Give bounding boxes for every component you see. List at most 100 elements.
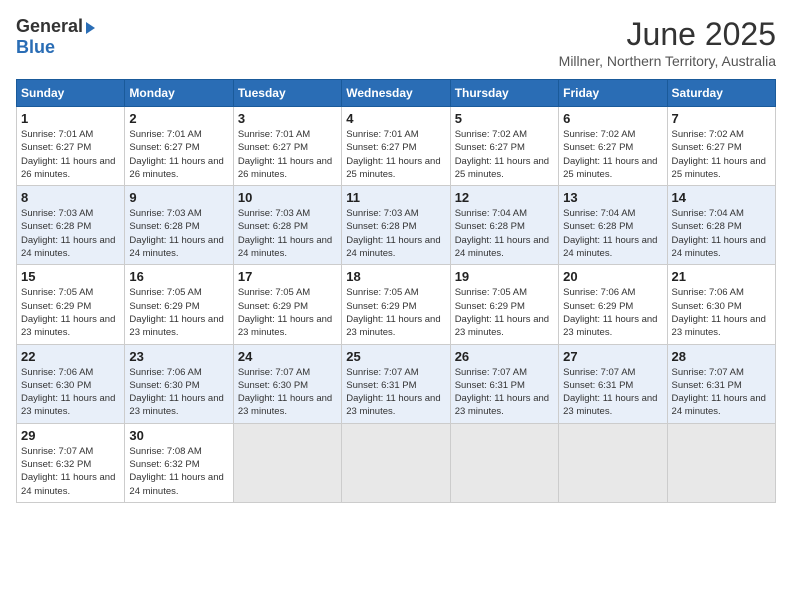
calendar-day-cell: [233, 423, 341, 502]
calendar-day-cell: 7 Sunrise: 7:02 AM Sunset: 6:27 PM Daylig…: [667, 107, 775, 186]
day-info: Sunrise: 7:07 AM Sunset: 6:31 PM Dayligh…: [563, 366, 662, 419]
day-info: Sunrise: 7:05 AM Sunset: 6:29 PM Dayligh…: [238, 286, 337, 339]
calendar-day-cell: [342, 423, 450, 502]
day-number: 14: [672, 190, 771, 205]
day-info: Sunrise: 7:01 AM Sunset: 6:27 PM Dayligh…: [129, 128, 228, 181]
day-number: 12: [455, 190, 554, 205]
day-info: Sunrise: 7:01 AM Sunset: 6:27 PM Dayligh…: [238, 128, 337, 181]
calendar-day-cell: 24Sunrise: 7:07 AM Sunset: 6:30 PM Dayli…: [233, 344, 341, 423]
day-number: 18: [346, 269, 445, 284]
day-info: Sunrise: 7:05 AM Sunset: 6:29 PM Dayligh…: [21, 286, 120, 339]
calendar-day-cell: 3 Sunrise: 7:01 AM Sunset: 6:27 PM Daylig…: [233, 107, 341, 186]
day-info: Sunrise: 7:04 AM Sunset: 6:28 PM Dayligh…: [672, 207, 771, 260]
day-number: 11: [346, 190, 445, 205]
day-number: 23: [129, 349, 228, 364]
day-info: Sunrise: 7:03 AM Sunset: 6:28 PM Dayligh…: [21, 207, 120, 260]
calendar-day-cell: [667, 423, 775, 502]
col-wednesday: Wednesday: [342, 80, 450, 107]
col-tuesday: Tuesday: [233, 80, 341, 107]
calendar-day-cell: 22Sunrise: 7:06 AM Sunset: 6:30 PM Dayli…: [17, 344, 125, 423]
day-number: 3: [238, 111, 337, 126]
day-info: Sunrise: 7:05 AM Sunset: 6:29 PM Dayligh…: [346, 286, 445, 339]
day-number: 20: [563, 269, 662, 284]
calendar-day-cell: 1 Sunrise: 7:01 AM Sunset: 6:27 PM Daylig…: [17, 107, 125, 186]
day-number: 7: [672, 111, 771, 126]
calendar-day-cell: 10Sunrise: 7:03 AM Sunset: 6:28 PM Dayli…: [233, 186, 341, 265]
calendar-day-cell: 2 Sunrise: 7:01 AM Sunset: 6:27 PM Daylig…: [125, 107, 233, 186]
col-thursday: Thursday: [450, 80, 558, 107]
calendar-day-cell: 26 Sunrise: 7:07 AM Sunset: 6:31 PM Dayli…: [450, 344, 558, 423]
calendar-week-row: 15 Sunrise: 7:05 AM Sunset: 6:29 PM Dayli…: [17, 265, 776, 344]
calendar-day-cell: [559, 423, 667, 502]
day-number: 1: [21, 111, 120, 126]
day-info: Sunrise: 7:06 AM Sunset: 6:30 PM Dayligh…: [129, 366, 228, 419]
calendar-day-cell: 11 Sunrise: 7:03 AM Sunset: 6:28 PM Dayli…: [342, 186, 450, 265]
calendar-day-cell: 12 Sunrise: 7:04 AM Sunset: 6:28 PM Dayli…: [450, 186, 558, 265]
calendar-day-cell: 14 Sunrise: 7:04 AM Sunset: 6:28 PM Dayli…: [667, 186, 775, 265]
calendar-day-cell: 17 Sunrise: 7:05 AM Sunset: 6:29 PM Dayli…: [233, 265, 341, 344]
calendar-day-cell: 29Sunrise: 7:07 AM Sunset: 6:32 PM Dayli…: [17, 423, 125, 502]
location-subtitle: Millner, Northern Territory, Australia: [559, 53, 776, 69]
day-info: Sunrise: 7:08 AM Sunset: 6:32 PM Dayligh…: [129, 445, 228, 498]
calendar-week-row: 22 Sunrise: 7:06 AM Sunset: 6:30 PM Dayli…: [17, 344, 776, 423]
calendar-day-cell: 27Sunrise: 7:07 AM Sunset: 6:31 PM Dayli…: [559, 344, 667, 423]
page-header: General Blue June 2025 Millner, Northern…: [16, 16, 776, 69]
month-title: June 2025: [559, 16, 776, 53]
col-friday: Friday: [559, 80, 667, 107]
col-sunday: Sunday: [17, 80, 125, 107]
calendar-day-cell: 5 Sunrise: 7:02 AM Sunset: 6:27 PM Daylig…: [450, 107, 558, 186]
day-info: Sunrise: 7:03 AM Sunset: 6:28 PM Dayligh…: [238, 207, 337, 260]
day-number: 19: [455, 269, 554, 284]
day-number: 8: [21, 190, 120, 205]
calendar-day-cell: 20 Sunrise: 7:06 AM Sunset: 6:29 PM Dayli…: [559, 265, 667, 344]
day-info: Sunrise: 7:02 AM Sunset: 6:27 PM Dayligh…: [563, 128, 662, 181]
day-info: Sunrise: 7:04 AM Sunset: 6:28 PM Dayligh…: [455, 207, 554, 260]
day-info: Sunrise: 7:06 AM Sunset: 6:30 PM Dayligh…: [672, 286, 771, 339]
day-number: 28: [672, 349, 771, 364]
calendar-day-cell: 21 Sunrise: 7:06 AM Sunset: 6:30 PM Dayli…: [667, 265, 775, 344]
col-monday: Monday: [125, 80, 233, 107]
logo-arrow: [86, 22, 95, 34]
day-number: 15: [21, 269, 120, 284]
day-number: 26: [455, 349, 554, 364]
calendar-header-row: Sunday Monday Tuesday Wednesday Thursday…: [17, 80, 776, 107]
day-number: 22: [21, 349, 120, 364]
day-number: 25: [346, 349, 445, 364]
day-number: 4: [346, 111, 445, 126]
day-info: Sunrise: 7:03 AM Sunset: 6:28 PM Dayligh…: [129, 207, 228, 260]
logo: General Blue: [16, 16, 95, 58]
day-info: Sunrise: 7:03 AM Sunset: 6:28 PM Dayligh…: [346, 207, 445, 260]
day-info: Sunrise: 7:01 AM Sunset: 6:27 PM Dayligh…: [21, 128, 120, 181]
day-info: Sunrise: 7:02 AM Sunset: 6:27 PM Dayligh…: [672, 128, 771, 181]
day-number: 6: [563, 111, 662, 126]
day-info: Sunrise: 7:01 AM Sunset: 6:27 PM Dayligh…: [346, 128, 445, 181]
day-info: Sunrise: 7:07 AM Sunset: 6:31 PM Dayligh…: [455, 366, 554, 419]
calendar-day-cell: 13Sunrise: 7:04 AM Sunset: 6:28 PM Dayli…: [559, 186, 667, 265]
day-number: 5: [455, 111, 554, 126]
day-info: Sunrise: 7:02 AM Sunset: 6:27 PM Dayligh…: [455, 128, 554, 181]
day-info: Sunrise: 7:07 AM Sunset: 6:32 PM Dayligh…: [21, 445, 120, 498]
calendar-day-cell: 9 Sunrise: 7:03 AM Sunset: 6:28 PM Daylig…: [125, 186, 233, 265]
calendar-day-cell: 15 Sunrise: 7:05 AM Sunset: 6:29 PM Dayli…: [17, 265, 125, 344]
day-info: Sunrise: 7:07 AM Sunset: 6:30 PM Dayligh…: [238, 366, 337, 419]
col-saturday: Saturday: [667, 80, 775, 107]
calendar-day-cell: 23 Sunrise: 7:06 AM Sunset: 6:30 PM Dayli…: [125, 344, 233, 423]
calendar-week-row: 29Sunrise: 7:07 AM Sunset: 6:32 PM Dayli…: [17, 423, 776, 502]
calendar-table: Sunday Monday Tuesday Wednesday Thursday…: [16, 79, 776, 503]
calendar-day-cell: 4 Sunrise: 7:01 AM Sunset: 6:27 PM Daylig…: [342, 107, 450, 186]
calendar-week-row: 1 Sunrise: 7:01 AM Sunset: 6:27 PM Daylig…: [17, 107, 776, 186]
calendar-day-cell: 6 Sunrise: 7:02 AM Sunset: 6:27 PM Daylig…: [559, 107, 667, 186]
day-number: 2: [129, 111, 228, 126]
calendar-day-cell: 30Sunrise: 7:08 AM Sunset: 6:32 PM Dayli…: [125, 423, 233, 502]
day-number: 9: [129, 190, 228, 205]
calendar-day-cell: 18 Sunrise: 7:05 AM Sunset: 6:29 PM Dayli…: [342, 265, 450, 344]
day-info: Sunrise: 7:05 AM Sunset: 6:29 PM Dayligh…: [455, 286, 554, 339]
day-info: Sunrise: 7:06 AM Sunset: 6:29 PM Dayligh…: [563, 286, 662, 339]
day-number: 21: [672, 269, 771, 284]
calendar-day-cell: [450, 423, 558, 502]
day-number: 13: [563, 190, 662, 205]
calendar-day-cell: 19 Sunrise: 7:05 AM Sunset: 6:29 PM Dayli…: [450, 265, 558, 344]
day-info: Sunrise: 7:07 AM Sunset: 6:31 PM Dayligh…: [672, 366, 771, 419]
calendar-day-cell: 8 Sunrise: 7:03 AM Sunset: 6:28 PM Daylig…: [17, 186, 125, 265]
day-number: 17: [238, 269, 337, 284]
